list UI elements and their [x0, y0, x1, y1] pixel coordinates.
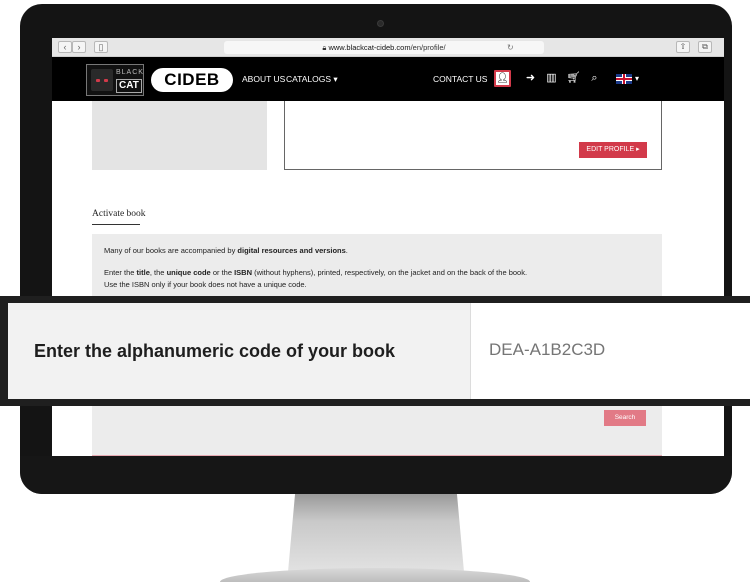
uk-flag-icon[interactable] [616, 74, 632, 84]
title-underline [92, 224, 140, 225]
camera-icon [377, 20, 384, 27]
text-bold: ISBN [234, 268, 253, 277]
monitor-stand-neck [288, 494, 464, 572]
reload-icon[interactable]: ↻ [507, 41, 514, 54]
text: Many of our books are accompanied by [104, 246, 238, 255]
address-bar[interactable]: 🔒︎ www.blackcat-cideb.com/en/profile/ [224, 41, 544, 54]
monitor-stand-base [220, 568, 530, 582]
text-bold: title [136, 268, 150, 277]
flag-cross [616, 78, 632, 80]
info-line-1: Many of our books are accompanied by dig… [104, 246, 348, 255]
book-code-input[interactable] [471, 327, 750, 373]
callout-panel: Enter the alphanumeric code of your book [8, 303, 750, 399]
logo-black-text: BLACK [116, 69, 144, 76]
forward-icon[interactable]: › [72, 41, 86, 53]
text-bold: unique code [166, 268, 211, 277]
browser-toolbar: ‹ › ▯ 🔒︎ www.blackcat-cideb.com/en/profi… [52, 38, 724, 57]
text: , the [149, 268, 167, 277]
text: (without hyphens), printed, respectively… [252, 268, 528, 277]
chevron-down-icon: ▾ [333, 74, 338, 84]
info-line-2: Enter the title, the unique code or the … [104, 268, 527, 277]
profile-details-box: EDIT PROFILE ▸ [284, 101, 662, 170]
edit-profile-button[interactable]: EDIT PROFILE ▸ [579, 142, 647, 158]
cat-logo-icon [91, 69, 113, 91]
code-field-wrapper [470, 303, 750, 399]
caret-right-icon: ▸ [636, 146, 640, 153]
back-icon[interactable]: ‹ [58, 41, 72, 53]
nav-contact-us[interactable]: CONTACT US [433, 57, 487, 101]
url-host: www.blackcat-cideb.com [328, 43, 411, 52]
nav-catalogs-label: CATALOGS [286, 74, 332, 84]
cart-icon[interactable]: 🛒︎ [565, 70, 582, 87]
logout-icon[interactable]: ➜ [522, 70, 539, 87]
language-chevron-icon[interactable]: ▾ [635, 57, 639, 101]
nav-catalogs[interactable]: CATALOGS ▾ [286, 57, 338, 101]
share-icon[interactable]: ⇧ [676, 41, 690, 53]
info-line-3: Use the ISBN only if your book does not … [104, 280, 307, 289]
tabs-icon[interactable]: ⧉ [698, 41, 712, 53]
monitor-chin [20, 456, 732, 494]
search-button[interactable]: Search [604, 410, 646, 426]
black-cat-logo[interactable]: BLACK CAT [86, 64, 144, 96]
cideb-logo[interactable]: CIDEB [151, 68, 233, 92]
site-navbar: BLACK CAT CIDEB ABOUT US CATALOGS ▾ CONT… [52, 57, 724, 101]
edit-profile-label: EDIT PROFILE [586, 146, 635, 153]
nav-about-us[interactable]: ABOUT US [242, 57, 285, 101]
logo-cat-text: CAT [116, 79, 142, 93]
lock-icon: 🔒︎ [322, 43, 327, 52]
text: or the [210, 268, 235, 277]
profile-avatar-placeholder [92, 101, 267, 170]
cat-eye [104, 79, 108, 82]
section-title: Activate book [92, 209, 146, 219]
book-icon[interactable]: ▥ [543, 70, 560, 87]
text-bold: digital resources and versions [237, 246, 346, 255]
url-path: /en/profile/ [410, 43, 446, 52]
search-icon[interactable]: ⌕ [586, 70, 603, 87]
code-field-label: Enter the alphanumeric code of your book [34, 341, 396, 361]
text: . [345, 246, 348, 255]
cat-eye [96, 79, 100, 82]
user-icon[interactable]: 👤︎ [494, 70, 511, 87]
text: Enter the [104, 268, 137, 277]
sidebar-icon[interactable]: ▯ [94, 41, 108, 53]
zoom-callout: Enter the alphanumeric code of your book [0, 296, 750, 406]
